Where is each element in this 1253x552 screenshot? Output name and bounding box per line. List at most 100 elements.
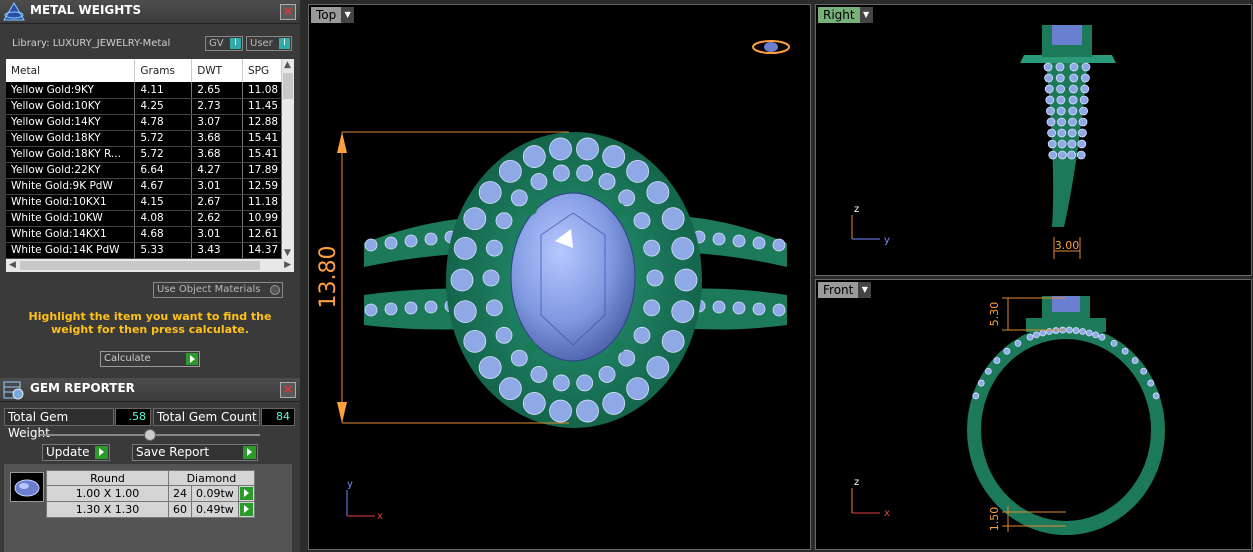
gem-stone xyxy=(1079,95,1089,105)
gem-stone xyxy=(598,173,616,190)
table-cell: 4.25 xyxy=(134,98,193,115)
table-row[interactable]: Yellow Gold:22KY 6.64 4.27 17.89 xyxy=(6,162,282,179)
right-viewport[interactable]: 3.00 z y Right ▼ xyxy=(815,4,1252,276)
user-toggle[interactable]: User I xyxy=(246,36,292,51)
gem-stone xyxy=(1044,84,1054,94)
table-cell: 3.68 xyxy=(191,130,243,147)
toggle-icon: I xyxy=(279,38,290,49)
table-cell: 14.37 xyxy=(242,242,282,259)
horizontal-scrollbar[interactable]: ◀ ▶ xyxy=(6,259,294,272)
view-cube-ring-icon[interactable] xyxy=(752,40,790,54)
scroll-up-icon[interactable]: ▲ xyxy=(284,60,291,70)
gem-stone xyxy=(576,164,594,182)
gem-stone xyxy=(1067,139,1077,149)
gem-stone xyxy=(576,374,594,392)
axis-triad-icon: z x xyxy=(851,477,890,519)
panel-resize-handle[interactable] xyxy=(144,429,156,441)
gem-stone xyxy=(752,302,766,316)
gem-stone xyxy=(1057,150,1067,160)
gem-stone xyxy=(1047,139,1057,149)
table-cell: 15.41 xyxy=(242,146,282,163)
front-viewport[interactable]: 5.30 1.50 z x Front ▼ xyxy=(815,279,1252,550)
table-cell: 3.01 xyxy=(191,226,243,243)
gem-stone xyxy=(626,159,650,183)
ring-top-view: 13.80 y x xyxy=(316,40,790,522)
use-object-materials-toggle[interactable]: Use Object Materials xyxy=(153,282,283,298)
column-header-dwt[interactable]: DWT xyxy=(191,59,243,82)
total-gem-weight-value: .58 xyxy=(115,408,151,426)
play-arrow-icon[interactable] xyxy=(239,503,253,517)
table-row[interactable]: White Gold:9K PdW 4.67 3.01 12.59 xyxy=(6,178,282,195)
gem-stone xyxy=(1052,327,1060,334)
gem-stone xyxy=(1045,328,1053,335)
gem-row-action[interactable] xyxy=(237,485,255,502)
scroll-left-icon[interactable]: ◀ xyxy=(9,260,16,270)
use-object-materials-label: Use Object Materials xyxy=(157,284,261,295)
gem-stone xyxy=(1085,329,1093,337)
play-arrow-icon xyxy=(186,353,198,365)
gem-stone xyxy=(1079,328,1087,335)
table-row[interactable]: White Gold:14KX1 4.68 3.01 12.61 xyxy=(6,226,282,243)
table-row[interactable]: White Gold:10KW 4.08 2.62 10.99 xyxy=(6,210,282,227)
gem-stone xyxy=(712,300,726,314)
calculate-label: Calculate xyxy=(104,353,151,364)
left-panel: METAL WEIGHTS × Library: LUXURY_JEWELRY-… xyxy=(0,0,300,552)
gem-stone xyxy=(1057,117,1066,127)
table-cell: Yellow Gold:18KY xyxy=(6,130,136,147)
table-row[interactable]: White Gold:14K PdW 5.33 3.43 14.37 xyxy=(6,242,282,259)
front-view-label: Front xyxy=(823,283,854,297)
total-gem-weight-label: Total Gem Weight xyxy=(4,408,114,440)
table-row[interactable]: 1.00 X 1.00 24 0.09tw xyxy=(46,485,255,502)
gem-stone xyxy=(633,212,651,230)
gem-stone xyxy=(671,300,695,323)
play-arrow-icon[interactable] xyxy=(239,487,253,501)
table-row[interactable]: Yellow Gold:10KY 4.25 2.73 11.45 xyxy=(6,98,282,115)
table-cell: 4.15 xyxy=(134,194,193,211)
table-cell: 3.01 xyxy=(191,178,243,195)
scroll-thumb[interactable] xyxy=(283,73,293,99)
top-viewport[interactable]: 13.80 y x Top ▼ xyxy=(308,4,811,550)
gem-stone xyxy=(424,232,438,246)
calculate-button[interactable]: Calculate xyxy=(100,351,200,367)
gem-stone xyxy=(522,145,546,168)
gem-stone xyxy=(752,236,766,250)
scroll-down-icon[interactable]: ▼ xyxy=(284,248,291,258)
table-cell: 15.41 xyxy=(242,130,282,147)
gem-stone xyxy=(522,392,546,415)
table-row[interactable]: 1.30 X 1.30 60 0.49tw xyxy=(46,501,255,518)
column-header-grams[interactable]: Grams xyxy=(134,59,193,82)
top-view-menu[interactable]: Top ▼ xyxy=(311,7,355,23)
metal-weights-close-button[interactable]: × xyxy=(280,4,296,20)
scroll-thumb[interactable] xyxy=(20,261,260,270)
gem-stone xyxy=(1056,95,1066,105)
gem-stone xyxy=(1068,106,1078,116)
column-header-metal[interactable]: Metal xyxy=(6,59,136,82)
gem-stone xyxy=(364,303,378,317)
save-report-button[interactable]: Save Report xyxy=(132,444,258,461)
column-header-spg[interactable]: SPG xyxy=(242,59,282,82)
right-view-menu[interactable]: Right ▼ xyxy=(818,7,873,23)
gem-reporter-close-button[interactable]: × xyxy=(280,382,296,398)
front-view-menu[interactable]: Front ▼ xyxy=(818,282,872,298)
vertical-scrollbar[interactable]: ▲ ▼ xyxy=(282,59,294,259)
table-row[interactable]: Yellow Gold:18KY 5.72 3.68 15.41 xyxy=(6,130,282,147)
table-cell: 11.08 xyxy=(242,82,282,99)
table-row[interactable]: White Gold:10KX1 4.15 2.67 11.18 xyxy=(6,194,282,211)
table-cell: White Gold:10KX1 xyxy=(6,194,136,211)
axis-x-label: x xyxy=(377,511,383,522)
update-button[interactable]: Update xyxy=(42,444,110,461)
table-row[interactable]: Yellow Gold:18KY R... 5.72 3.68 15.41 xyxy=(6,146,282,163)
round-gem-thumbnail[interactable] xyxy=(10,472,44,502)
scroll-right-icon[interactable]: ▶ xyxy=(284,260,291,270)
gem-row-action[interactable] xyxy=(237,501,255,518)
gem-stone xyxy=(732,301,746,315)
gem-stone xyxy=(977,379,985,387)
table-row[interactable]: Yellow Gold:14KY 4.78 3.07 12.88 xyxy=(6,114,282,131)
table-cell: White Gold:10KW xyxy=(6,210,136,227)
table-row[interactable]: Yellow Gold:9KY 4.11 2.65 11.08 xyxy=(6,82,282,99)
gem-cell: 1.30 X 1.30 xyxy=(46,501,169,518)
gem-stone xyxy=(384,302,398,316)
gem-stone xyxy=(1147,379,1155,387)
gv-toggle[interactable]: GV I xyxy=(205,36,243,51)
metal-table[interactable]: Metal Grams DWT SPG Yellow Gold:9KY 4.11 2… xyxy=(6,59,294,259)
